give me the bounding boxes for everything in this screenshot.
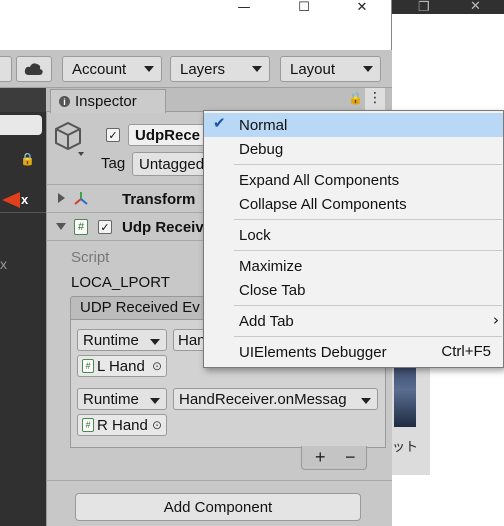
- window-titlebar: — ☐ ✕: [0, 0, 392, 50]
- background-text: ット: [392, 439, 419, 454]
- menu-item-lock[interactable]: Lock: [204, 223, 503, 247]
- menu-separator: [234, 250, 502, 251]
- close-button[interactable]: ✕: [332, 0, 392, 15]
- menu-item-label: Add Tab: [239, 312, 294, 330]
- chevron-down-icon: [363, 66, 373, 72]
- chevron-down-icon: [150, 398, 160, 404]
- menu-item-normal[interactable]: ✔ Normal: [204, 113, 503, 137]
- menu-item-debug[interactable]: Debug: [204, 137, 503, 161]
- menu-item-maximize[interactable]: Maximize: [204, 254, 503, 278]
- cloud-button[interactable]: [16, 56, 52, 82]
- maximize-button[interactable]: ☐: [274, 0, 334, 15]
- runtime-label: Runtime: [83, 390, 139, 408]
- chevron-down-icon: [144, 66, 154, 72]
- menu-item-label: Normal: [239, 116, 288, 134]
- menu-item-collapse-all[interactable]: Collapse All Components: [204, 192, 503, 216]
- chevron-down-icon: [150, 339, 160, 345]
- function-dropdown[interactable]: HandReceiver.onMessag: [173, 388, 378, 410]
- object-name-input[interactable]: UdpRece: [128, 124, 208, 146]
- minimize-button[interactable]: —: [214, 0, 274, 15]
- tab-inspector[interactable]: i Inspector: [50, 89, 166, 113]
- menu-item-add-tab[interactable]: Add Tab ›: [204, 309, 503, 333]
- context-menu: ✔ Normal Debug Expand All Components Col…: [203, 110, 504, 368]
- cloud-icon: [24, 63, 43, 75]
- menu-item-expand-all[interactable]: Expand All Components: [204, 168, 503, 192]
- function-label: HandReceiver.onMessag: [179, 390, 347, 408]
- red-arrow-icon: [0, 192, 20, 208]
- script-icon: #: [82, 359, 94, 373]
- background-window-titlebar: ❐ ✕: [392, 0, 504, 14]
- remove-item-button[interactable]: −: [345, 447, 356, 468]
- thumbnail-image: [394, 365, 416, 427]
- menu-separator: [234, 219, 502, 220]
- transform-icon: [74, 192, 88, 205]
- divider: [0, 212, 46, 213]
- active-checkbox[interactable]: ✓: [106, 128, 120, 142]
- menu-item-shortcut: Ctrl+F5: [441, 343, 491, 360]
- menu-separator: [234, 305, 502, 306]
- script-icon: #: [74, 219, 88, 235]
- collapse-icon[interactable]: x: [0, 256, 7, 272]
- local-port-label: LOCA_LPORT: [71, 274, 170, 291]
- collapse-arrow-icon[interactable]: [56, 223, 66, 230]
- inspector-tab-label: Inspector: [75, 93, 137, 110]
- runtime-dropdown[interactable]: Runtime: [77, 329, 167, 351]
- tag-dropdown[interactable]: Untagged: [132, 152, 208, 176]
- object-picker-icon[interactable]: ⊙: [152, 359, 162, 373]
- add-item-button[interactable]: +: [315, 447, 326, 468]
- menu-item-label: Collapse All Components: [239, 195, 407, 213]
- menu-item-label: Expand All Components: [239, 171, 400, 189]
- menu-item-uielements-debugger[interactable]: UIElements Debugger Ctrl+F5: [204, 340, 503, 364]
- add-component-button[interactable]: Add Component: [75, 493, 361, 521]
- expand-arrow-icon[interactable]: [58, 193, 65, 203]
- menu-item-close-tab[interactable]: Close Tab: [204, 278, 503, 302]
- gameobject-cube-icon: [55, 121, 84, 156]
- runtime-dropdown[interactable]: Runtime: [77, 388, 167, 410]
- layout-dropdown[interactable]: Layout: [280, 56, 381, 82]
- object-picker-icon[interactable]: ⊙: [152, 418, 162, 432]
- object-label: L Hand: [97, 357, 145, 375]
- divider: [46, 480, 392, 481]
- close-icon[interactable]: ✕: [470, 0, 481, 14]
- menu-item-label: Maximize: [239, 257, 303, 275]
- menu-item-label: Close Tab: [239, 281, 306, 299]
- layers-label: Layers: [180, 60, 226, 78]
- chevron-down-icon: [361, 398, 371, 404]
- check-icon: ✔: [213, 114, 226, 132]
- info-icon: i: [59, 96, 70, 107]
- runtime-label: Runtime: [83, 331, 139, 349]
- menu-item-label: Debug: [239, 140, 284, 158]
- udp-receiver-label[interactable]: Udp Receiv: [122, 219, 204, 236]
- restore-icon[interactable]: ❐: [418, 0, 430, 15]
- lock-icon[interactable]: 🔒: [20, 152, 35, 166]
- chevron-down-icon: [252, 66, 262, 72]
- lock-icon[interactable]: 🔒: [348, 91, 363, 105]
- component-enabled-checkbox[interactable]: ✓: [98, 220, 112, 234]
- event-label: UDP Received Ev: [80, 299, 200, 316]
- menu-separator: [234, 164, 502, 165]
- menu-item-label: Lock: [239, 226, 271, 244]
- tag-label: Tag: [101, 155, 126, 172]
- script-icon: #: [82, 418, 94, 432]
- axis-x-icon: x: [21, 192, 29, 207]
- menu-separator: [234, 336, 502, 337]
- account-dropdown[interactable]: Account: [62, 56, 162, 82]
- list-footer: + −: [301, 446, 367, 470]
- script-field-label: Script: [71, 249, 110, 266]
- chevron-right-icon: ›: [493, 311, 499, 329]
- transform-label[interactable]: Transform: [122, 191, 195, 208]
- hierarchy-tab[interactable]: [0, 88, 46, 112]
- account-label: Account: [72, 60, 127, 78]
- object-field[interactable]: # L Hand ⊙: [77, 355, 167, 377]
- layout-label: Layout: [290, 60, 336, 78]
- object-label: R Hand: [97, 416, 148, 434]
- layers-dropdown[interactable]: Layers: [170, 56, 270, 82]
- menu-item-label: UIElements Debugger: [239, 343, 387, 361]
- toolbar-edge-button[interactable]: [0, 56, 12, 82]
- more-options-icon[interactable]: ⋮: [365, 88, 385, 110]
- object-field[interactable]: # R Hand ⊙: [77, 414, 167, 436]
- hierarchy-search-input[interactable]: [0, 115, 42, 135]
